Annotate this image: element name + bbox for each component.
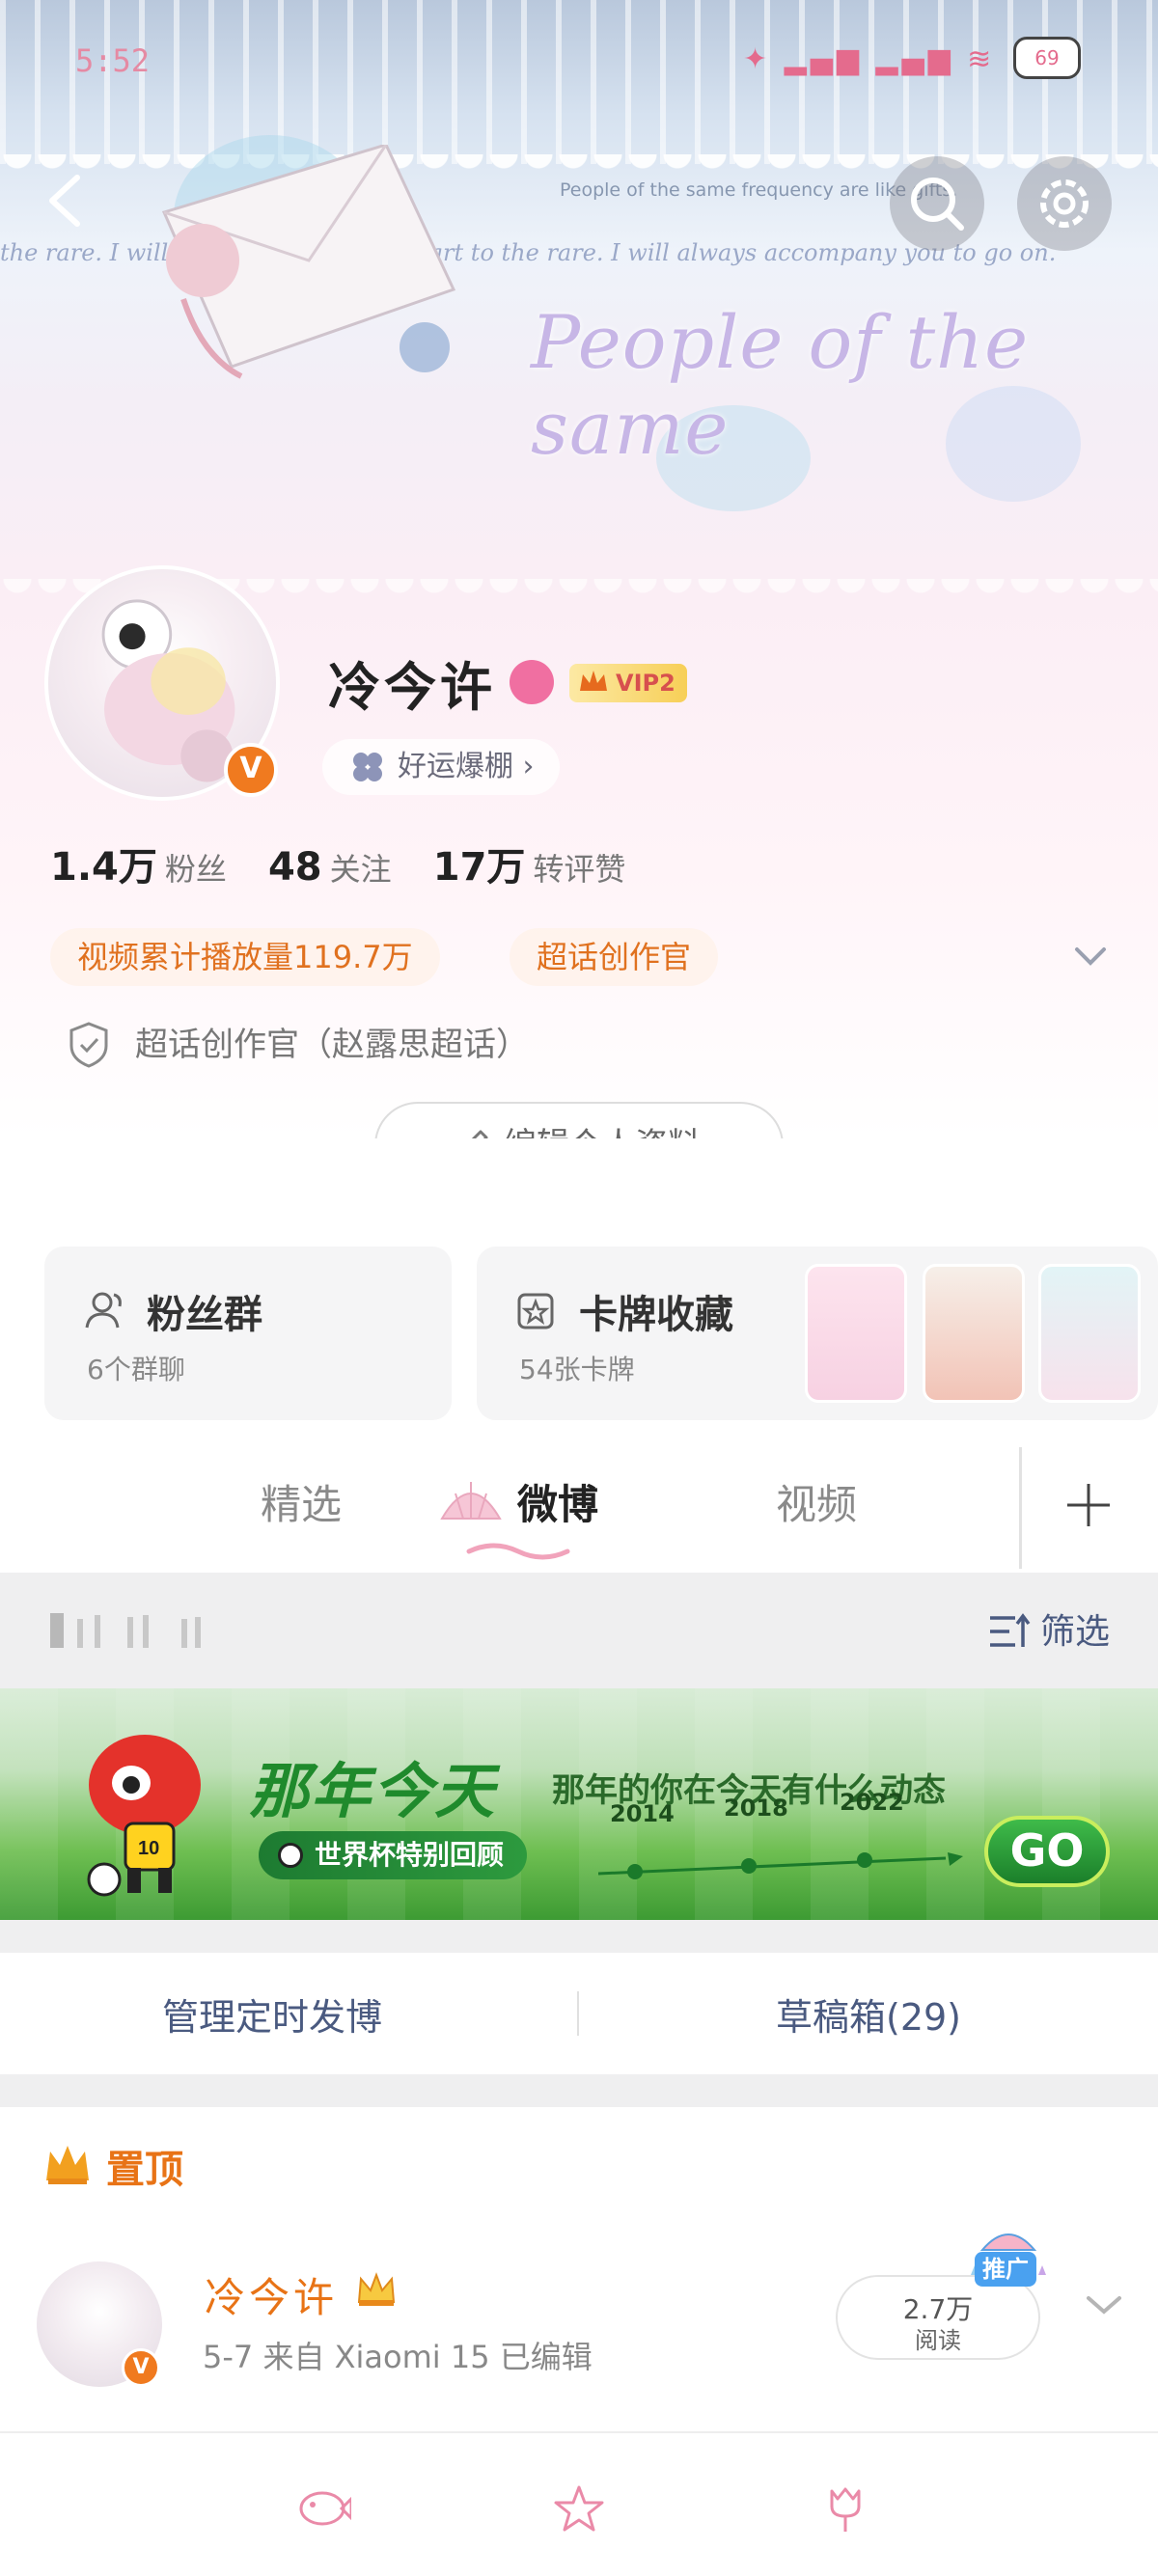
filter-label: 筛选 <box>1040 1612 1111 1652</box>
profile-name: 冷今许 <box>328 657 496 718</box>
profile-banner: 5:52 ✦ ▂▄▆ ▂▄▆ ≋ 69 People of the same f… <box>0 0 1158 1138</box>
timeline-line <box>598 1852 963 1879</box>
svg-text:10: 10 <box>138 1838 159 1859</box>
read-label: 阅读 <box>915 2327 961 2354</box>
fan-group-title: 粉丝群 <box>147 1293 262 1337</box>
stat-num: 17万 <box>432 845 526 890</box>
content-tabs: 精选 微博 视频 <box>0 1443 1158 1573</box>
promo-year: 2022 <box>840 1789 904 1816</box>
section-gap <box>0 1920 1158 1953</box>
status-bar: 5:52 ✦ ▂▄▆ ▂▄▆ ≋ 69 <box>0 37 1158 85</box>
stat-likes[interactable]: 17万 转评赞 <box>433 836 626 891</box>
shield-icon <box>69 1022 108 1068</box>
promo-year: 2018 <box>724 1795 788 1822</box>
card-collection[interactable]: 卡牌收藏 54张卡牌 <box>477 1247 1158 1420</box>
section-gap <box>0 2074 1158 2107</box>
settings-button[interactable] <box>1017 156 1112 251</box>
luck-label: 好运爆棚 <box>398 750 513 783</box>
filter-bar: 筛选 <box>0 1573 1158 1688</box>
card-thumbnail[interactable] <box>1038 1264 1141 1403</box>
stat-num: 48 <box>267 845 322 890</box>
post-author[interactable]: 冷今许 <box>205 2265 338 2324</box>
people-icon <box>85 1292 122 1329</box>
post-meta: 5-7 来自 Xiaomi 15 已编辑 <box>203 2339 593 2375</box>
scheduled-posts-button[interactable]: 管理定时发博 <box>162 1987 382 2041</box>
weibo-mascot-icon: 10 <box>87 1735 201 1897</box>
card-icon <box>517 1293 554 1329</box>
post-actions-row: 管理定时发博 草稿箱(29) <box>0 1953 1158 2074</box>
tab-video[interactable]: 视频 <box>776 1472 857 1531</box>
card-collection-title: 卡牌收藏 <box>579 1293 733 1337</box>
promo-pill: 世界杯特别回顾 <box>259 1831 528 1879</box>
stat-label: 粉丝 <box>164 851 227 888</box>
stat-following[interactable]: 48 关注 <box>268 845 392 890</box>
verified-badge-icon: V <box>224 743 278 797</box>
battery-indicator: 69 <box>1013 37 1081 79</box>
promote-badge[interactable]: 推广 <box>975 2252 1036 2287</box>
pink-badge-icon[interactable] <box>510 660 554 704</box>
blurred-filter-tabs <box>50 1613 201 1648</box>
divider <box>1019 1447 1022 1569</box>
shell-icon <box>440 1482 502 1520</box>
edit-profile-button[interactable]: 编辑个人资料 <box>374 1102 784 1138</box>
soccer-ball-icon <box>278 1843 303 1868</box>
stat-num: 1.4万 <box>50 845 157 890</box>
back-arrow-icon[interactable] <box>35 170 96 232</box>
pinned-label: 置顶 <box>106 2148 183 2192</box>
read-count-pill[interactable]: 2.7万 阅读 <box>836 2275 1040 2360</box>
promo-year: 2014 <box>610 1800 675 1827</box>
banner-title: People of the same <box>531 299 1030 471</box>
envelope-icon <box>161 145 456 379</box>
chevron-down-icon[interactable] <box>1083 2290 1125 2319</box>
tulip-icon[interactable] <box>818 2483 872 2534</box>
tab-weibo[interactable]: 微博 <box>517 1472 598 1531</box>
stat-fans[interactable]: 1.4万 粉丝 <box>50 836 227 891</box>
drafts-button[interactable]: 草稿箱(29) <box>776 1987 961 2041</box>
tag-video-plays[interactable]: 视频累计播放量119.7万 <box>50 928 440 986</box>
crown-icon <box>580 671 607 691</box>
card-thumbnail[interactable] <box>923 1264 1025 1403</box>
plus-icon[interactable] <box>1060 1476 1117 1534</box>
tag-creator[interactable]: 超话创作官 <box>510 928 719 986</box>
fan-group-card[interactable]: 粉丝群 6个群聊 <box>44 1247 452 1420</box>
stat-label: 关注 <box>329 851 392 888</box>
active-tab-indicator <box>466 1543 570 1560</box>
fish-icon[interactable] <box>297 2483 351 2534</box>
certification-text: 超话创作官（赵露思超话） <box>135 1026 529 1064</box>
card-collection-sub: 54张卡牌 <box>519 1354 635 1385</box>
chevron-right-icon: › <box>522 750 535 783</box>
promo-banner[interactable]: 10 那年今天 那年的你在今天有什么动态 世界杯特别回顾 2014 2018 2… <box>0 1688 1158 1920</box>
gear-icon <box>1040 179 1089 228</box>
edit-profile-label: 编辑个人资料 <box>504 1126 701 1138</box>
tab-featured[interactable]: 精选 <box>261 1472 342 1531</box>
clover-icon <box>353 753 382 781</box>
signal-icons: ✦ ▂▄▆ ▂▄▆ ≋ <box>743 42 996 76</box>
member-crown-icon <box>357 2272 396 2306</box>
filter-icon <box>990 1613 1031 1647</box>
promo-timeline: 2014 2018 2022 <box>598 1789 965 1879</box>
bottom-nav <box>0 2431 1158 2576</box>
promo-pill-label: 世界杯特别回顾 <box>315 1839 505 1871</box>
status-time: 5:52 <box>75 42 151 79</box>
luck-status-pill[interactable]: 好运爆棚 › <box>322 739 560 795</box>
chevron-down-icon[interactable] <box>1071 942 1110 971</box>
star-icon[interactable] <box>552 2483 606 2534</box>
filter-button[interactable]: 筛选 <box>988 1603 1110 1654</box>
crown-icon <box>46 2146 89 2184</box>
divider <box>577 1991 579 2036</box>
fan-group-sub: 6个群聊 <box>87 1354 185 1385</box>
verified-badge-icon: V <box>122 2348 160 2387</box>
search-icon <box>911 178 964 231</box>
pinned-post[interactable]: 置顶 V 冷今许 5-7 来自 Xiaomi 15 已编辑 2.7万 阅读 推广 <box>0 2107 1158 2431</box>
profile-stats: 1.4万 粉丝 48 关注 17万 转评赞 <box>50 836 662 891</box>
vip-badge[interactable]: VIP2 <box>569 664 687 702</box>
pencil-icon <box>471 1130 488 1138</box>
promo-go-button[interactable]: GO <box>984 1816 1110 1887</box>
stat-label: 转评赞 <box>533 851 626 888</box>
search-button[interactable] <box>890 156 984 251</box>
card-thumbnail[interactable] <box>805 1264 907 1403</box>
promo-title: 那年今天 <box>249 1756 497 1826</box>
vip-label: VIP2 <box>616 670 676 697</box>
